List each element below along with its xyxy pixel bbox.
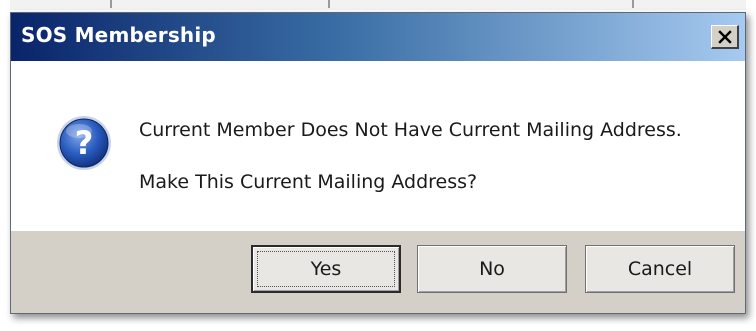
no-button[interactable]: No bbox=[417, 245, 567, 293]
message-area: ? Current Member Does Not Have Current M… bbox=[11, 61, 745, 231]
svg-text:?: ? bbox=[75, 124, 94, 162]
yes-button[interactable]: Yes bbox=[251, 245, 401, 293]
close-icon bbox=[717, 29, 732, 44]
background-tick bbox=[110, 0, 112, 8]
button-bar: Yes No Cancel bbox=[11, 231, 745, 313]
background-window-edge bbox=[10, 0, 746, 10]
background-tick bbox=[632, 0, 634, 8]
window-title: SOS Membership bbox=[21, 23, 216, 47]
background-tick bbox=[328, 0, 330, 8]
cancel-button[interactable]: Cancel bbox=[585, 245, 735, 293]
backdrop: SOS Membership ? Current Member Does Not… bbox=[0, 0, 756, 331]
close-button[interactable] bbox=[711, 25, 739, 49]
message-line-2: Make This Current Mailing Address? bbox=[139, 171, 478, 193]
title-bar[interactable]: SOS Membership bbox=[11, 13, 745, 61]
message-line-1: Current Member Does Not Have Current Mai… bbox=[139, 119, 682, 141]
message-dialog: SOS Membership ? Current Member Does Not… bbox=[10, 12, 746, 314]
question-icon: ? bbox=[57, 116, 111, 170]
